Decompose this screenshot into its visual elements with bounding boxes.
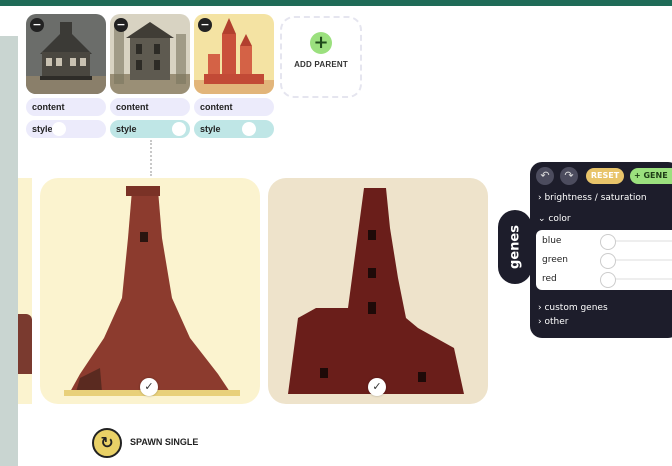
gene-slider-handle[interactable] bbox=[600, 272, 616, 288]
gene-slider-handle[interactable] bbox=[600, 253, 616, 269]
content-toggle-2[interactable]: content bbox=[110, 98, 190, 116]
genes-panel: ↶ ↷ RESET + GENE › brightness / saturati… bbox=[530, 162, 672, 338]
parent-image-2[interactable]: − bbox=[110, 14, 190, 94]
gene-slider-handle[interactable] bbox=[600, 234, 616, 250]
previous-child-card[interactable] bbox=[18, 178, 32, 404]
style-toggle-3[interactable]: style bbox=[194, 120, 274, 138]
content-toggle-3[interactable]: content bbox=[194, 98, 274, 116]
top-bar bbox=[0, 0, 672, 6]
refresh-icon: ↻ bbox=[92, 428, 122, 458]
parent-card-3: − content style bbox=[194, 14, 274, 138]
child-card-1[interactable]: ✓ bbox=[40, 178, 260, 404]
content-label: content bbox=[32, 102, 65, 112]
content-label: content bbox=[116, 102, 149, 112]
undo-icon[interactable]: ↶ bbox=[536, 167, 554, 185]
add-parent-label: ADD PARENT bbox=[294, 60, 348, 69]
genes-tab[interactable]: genes bbox=[498, 210, 532, 284]
parent-image-3[interactable]: − bbox=[194, 14, 274, 94]
genes-tab-label: genes bbox=[507, 225, 523, 269]
toggle-knob bbox=[52, 122, 66, 136]
toggle-knob bbox=[172, 122, 186, 136]
toggle-knob bbox=[242, 122, 256, 136]
style-toggle-2[interactable]: style bbox=[110, 120, 190, 138]
genes-toolbar: ↶ ↷ RESET + GENE bbox=[536, 167, 672, 187]
remove-icon[interactable]: − bbox=[114, 18, 128, 32]
style-label: style bbox=[200, 124, 221, 134]
redo-icon[interactable]: ↷ bbox=[560, 167, 578, 185]
content-label: content bbox=[200, 102, 233, 112]
add-parent-button[interactable]: + ADD PARENT bbox=[280, 16, 362, 98]
content-toggle-1[interactable]: content bbox=[26, 98, 106, 116]
selected-check-icon[interactable]: ✓ bbox=[140, 378, 158, 396]
gene-name: green bbox=[542, 255, 568, 265]
color-section-toggle[interactable]: ⌄ color bbox=[538, 214, 571, 224]
brightness-section-toggle[interactable]: › brightness / saturation bbox=[538, 193, 647, 203]
style-toggle-1[interactable]: style bbox=[26, 120, 106, 138]
spawn-single-label: SPAWN SINGLE bbox=[130, 437, 199, 447]
gene-name: red bbox=[542, 274, 557, 284]
parent-card-2: − content style bbox=[110, 14, 190, 138]
gene-row-green: green bbox=[536, 251, 672, 269]
parent-card-1: − content style bbox=[26, 14, 106, 138]
gene-row-red: red bbox=[536, 270, 672, 288]
style-label: style bbox=[116, 124, 137, 134]
parent-image-1[interactable]: − bbox=[26, 14, 106, 94]
selected-check-icon[interactable]: ✓ bbox=[368, 378, 386, 396]
left-panel bbox=[0, 36, 18, 466]
gene-name: blue bbox=[542, 236, 562, 246]
lineage-connector bbox=[150, 140, 152, 176]
plus-icon: + bbox=[310, 32, 332, 54]
style-label: style bbox=[32, 124, 53, 134]
remove-icon[interactable]: − bbox=[30, 18, 44, 32]
color-genes-list: blue green red bbox=[536, 230, 672, 290]
other-section-toggle[interactable]: › other bbox=[538, 317, 568, 327]
gene-row-blue: blue bbox=[536, 232, 672, 250]
custom-genes-section-toggle[interactable]: › custom genes bbox=[538, 303, 608, 313]
remove-icon[interactable]: − bbox=[198, 18, 212, 32]
add-gene-button[interactable]: + GENE bbox=[630, 168, 672, 184]
reset-button[interactable]: RESET bbox=[586, 168, 624, 184]
child-card-2[interactable]: ✓ bbox=[268, 178, 488, 404]
